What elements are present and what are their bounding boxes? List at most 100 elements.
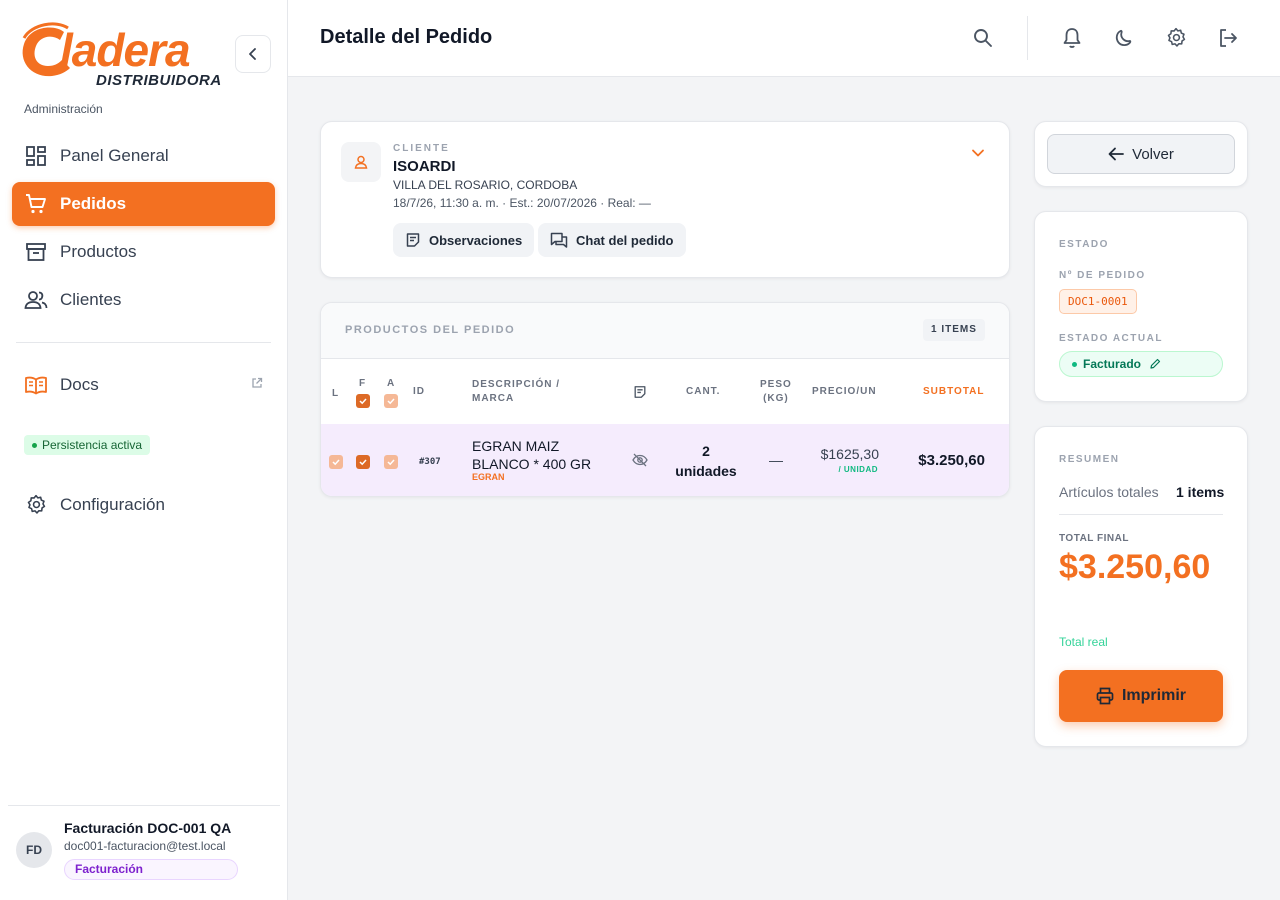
- row-brand: EGRAN: [472, 472, 505, 482]
- logo-subtitle: DISTRIBUIDORA: [96, 72, 222, 89]
- bell-icon: [1063, 28, 1081, 48]
- search-icon: [974, 29, 992, 47]
- user-icon: [354, 155, 368, 169]
- top-header: Detalle del Pedido: [288, 0, 1280, 77]
- observations-label: Observaciones: [429, 232, 523, 248]
- persistence-status-badge: Persistencia activa: [24, 435, 151, 455]
- observations-button[interactable]: Observaciones: [393, 223, 535, 257]
- user-profile[interactable]: FD Facturación DOC-001 QA doc001-factura…: [8, 805, 280, 900]
- user-name: Facturación DOC-001 QA: [64, 820, 232, 836]
- chevron-left-icon: [249, 48, 256, 60]
- total-real-note: Total real: [1059, 635, 1108, 649]
- pencil-icon: [1150, 358, 1161, 369]
- printer-icon: [1096, 687, 1114, 705]
- select-all-f-checkbox[interactable]: [356, 394, 370, 408]
- sidebar-item-pedidos[interactable]: Pedidos: [12, 182, 275, 226]
- user-role-badge: Facturación: [64, 859, 238, 880]
- status-dot-icon: [32, 442, 37, 448]
- back-card: Volver: [1034, 121, 1248, 187]
- select-all-a-checkbox[interactable]: [384, 394, 398, 408]
- back-button[interactable]: Volver: [1047, 134, 1235, 174]
- row-qty-value: 2: [702, 443, 710, 459]
- order-chat-button[interactable]: Chat del pedido: [538, 223, 686, 257]
- notifications-button[interactable]: [1060, 26, 1084, 50]
- cart-icon: [24, 192, 48, 216]
- sidebar-item-label: Pedidos: [60, 194, 127, 213]
- client-label: CLIENTE: [393, 143, 450, 154]
- summary-divider: [1059, 514, 1223, 515]
- theme-toggle-button[interactable]: [1112, 26, 1136, 50]
- gear-icon: [24, 493, 48, 517]
- check-icon: [332, 459, 340, 466]
- column-weight: PESO (KG): [760, 378, 792, 406]
- sidebar-item-docs[interactable]: Docs: [12, 363, 275, 407]
- check-icon: [359, 398, 367, 405]
- sidebar-item-label: Configuración: [60, 495, 165, 514]
- sidebar-item-configuracion[interactable]: Configuración: [12, 483, 275, 527]
- status-badge[interactable]: Facturado: [1059, 351, 1223, 377]
- row-notes-toggle[interactable]: [632, 453, 648, 467]
- client-card: CLIENTE ISOARDI VILLA DEL ROSARIO, CORDO…: [320, 121, 1010, 278]
- check-icon: [359, 459, 367, 466]
- client-name: ISOARDI: [393, 158, 456, 175]
- search-button[interactable]: [971, 26, 995, 50]
- sidebar: ladera DISTRIBUIDORA Administración Pane…: [0, 0, 288, 900]
- users-icon: [24, 288, 48, 312]
- client-dates: 18/7/26, 11:30 a. m. · Est.: 20/07/2026 …: [393, 196, 651, 210]
- logout-button[interactable]: [1216, 26, 1240, 50]
- status-text: Facturado: [1083, 357, 1142, 371]
- column-notes: [633, 385, 647, 399]
- client-location: VILLA DEL ROSARIO, CORDOBA: [393, 178, 578, 192]
- row-description: EGRAN MAIZ BLANCO * 400 GR: [472, 437, 591, 473]
- back-label: Volver: [1132, 145, 1174, 163]
- row-weight: —: [769, 452, 783, 468]
- status-card: ESTADO Nº DE PEDIDO DOC1-0001 ESTADO ACT…: [1034, 211, 1248, 402]
- sidebar-item-label: Docs: [60, 375, 99, 394]
- note-icon: [406, 233, 420, 247]
- sidebar-item-productos[interactable]: Productos: [12, 230, 275, 274]
- column-price: PRECIO/UN: [812, 386, 877, 397]
- chevron-down-icon[interactable]: [971, 146, 985, 160]
- current-status-label: ESTADO ACTUAL: [1059, 333, 1163, 344]
- column-id: ID: [413, 386, 425, 397]
- client-avatar: [341, 142, 381, 182]
- column-description-line2: MARCA: [472, 393, 515, 404]
- sidebar-item-panel-general[interactable]: Panel General: [12, 134, 275, 178]
- settings-button[interactable]: [1164, 26, 1188, 50]
- row-price-unit: / UNIDAD: [838, 465, 878, 474]
- page-title: Detalle del Pedido: [320, 26, 493, 48]
- sidebar-item-clientes[interactable]: Clientes: [12, 278, 275, 322]
- row-description-line1: EGRAN MAIZ: [472, 438, 560, 454]
- row-f-checkbox[interactable]: [356, 455, 370, 469]
- sidebar-item-label: Clientes: [60, 290, 122, 309]
- book-icon: [24, 373, 48, 397]
- column-f: F: [359, 378, 367, 389]
- sidebar-item-label: Panel General: [60, 146, 169, 165]
- avatar: FD: [16, 832, 52, 868]
- logout-icon: [1220, 29, 1237, 47]
- total-items-label: Artículos totales: [1059, 484, 1159, 500]
- row-a-checkbox[interactable]: [384, 455, 398, 469]
- moon-icon: [1115, 29, 1132, 47]
- row-id: #307: [419, 457, 441, 467]
- header-divider: [1027, 16, 1028, 60]
- collapse-sidebar-button[interactable]: [235, 35, 271, 73]
- print-button[interactable]: Imprimir: [1059, 670, 1223, 722]
- check-icon: [387, 459, 395, 466]
- total-final-value: $3.250,60: [1059, 548, 1211, 586]
- order-number: DOC1-0001: [1059, 289, 1137, 314]
- status-card-title: ESTADO: [1059, 239, 1109, 250]
- brand-logo[interactable]: ladera DISTRIBUIDORA: [16, 22, 221, 94]
- eye-off-icon: [632, 453, 648, 467]
- row-description-line2: BLANCO * 400 GR: [472, 456, 592, 472]
- arrow-left-icon: [1108, 147, 1125, 161]
- total-items-value: 1 items: [1176, 484, 1225, 500]
- row-subtotal: $3.250,60: [918, 452, 985, 469]
- summary-title: RESUMEN: [1059, 454, 1120, 465]
- row-l-checkbox[interactable]: [329, 455, 343, 469]
- table-row[interactable]: #307 EGRAN MAIZ BLANCO * 400 GR EGRAN 2 …: [321, 424, 1009, 496]
- print-label: Imprimir: [1121, 687, 1186, 704]
- column-qty: CANT.: [686, 386, 721, 397]
- row-qty: 2 unidades: [667, 441, 745, 481]
- dashboard-icon: [24, 144, 48, 168]
